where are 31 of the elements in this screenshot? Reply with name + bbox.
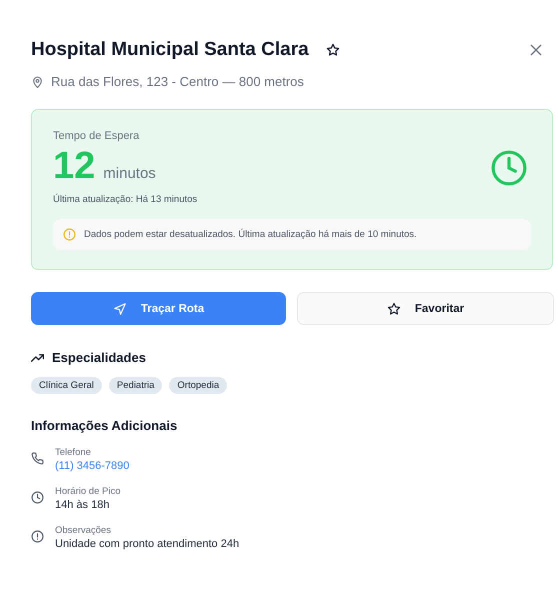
wait-value: 12 bbox=[53, 147, 96, 185]
info-label: Horário de Pico bbox=[55, 486, 120, 497]
wait-unit: minutos bbox=[103, 165, 156, 182]
clock-icon bbox=[490, 148, 528, 186]
address-text: Rua das Flores, 123 - Centro — 800 metros bbox=[51, 74, 304, 89]
wait-label: Tempo de Espera bbox=[53, 130, 140, 142]
specialty-tag: Ortopedia bbox=[169, 377, 228, 394]
favorite-button[interactable]: Favoritar bbox=[297, 292, 554, 325]
trending-up-icon bbox=[31, 352, 44, 362]
info-value: Unidade com pronto atendimento 24h bbox=[55, 538, 240, 550]
route-button[interactable]: Traçar Rota bbox=[31, 292, 286, 325]
specialty-tag: Pediatria bbox=[108, 377, 162, 394]
info-value: 14h às 18h bbox=[55, 499, 110, 511]
hospital-title: Hospital Municipal Santa Clara bbox=[31, 39, 309, 61]
phone-link[interactable]: (11) 3456-7890 bbox=[55, 460, 130, 472]
location-pin-icon bbox=[31, 74, 44, 88]
warning-icon bbox=[63, 228, 76, 241]
info-label: Observações bbox=[55, 525, 112, 536]
specialty-tag: Clínica Geral bbox=[31, 377, 102, 394]
info-label: Telefone bbox=[55, 447, 92, 458]
info-icon bbox=[31, 530, 44, 543]
info-heading: Informações Adicionais bbox=[31, 418, 178, 433]
favorite-star-icon[interactable] bbox=[326, 43, 340, 57]
warning-text: Dados podem estar desatualizados. Última atualização há mais de 10 minutos. bbox=[84, 229, 417, 240]
clock-icon bbox=[31, 491, 44, 504]
navigation-arrow-icon bbox=[112, 302, 127, 316]
star-icon bbox=[386, 302, 401, 316]
close-icon[interactable] bbox=[530, 44, 542, 56]
last-update-text: Última atualização: Há 13 minutos bbox=[53, 194, 198, 205]
specialties-heading: Especialidades bbox=[52, 350, 146, 365]
phone-icon bbox=[31, 452, 44, 465]
